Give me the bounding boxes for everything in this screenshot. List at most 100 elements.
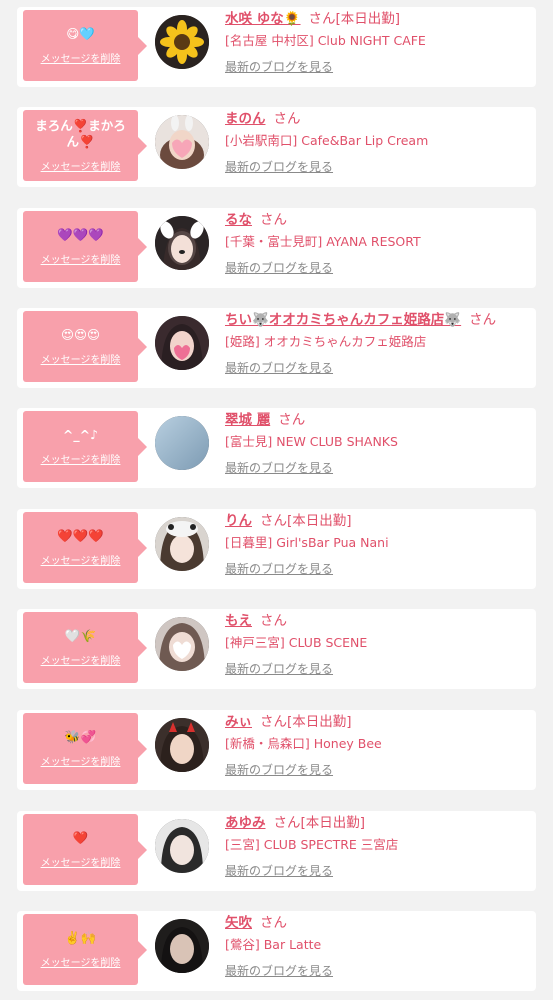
honorific: さん — [260, 915, 287, 931]
latest-blog-link[interactable]: 最新のブログを見る — [225, 661, 333, 677]
cast-name-link[interactable]: ちい🐺オオカミちゃんカフェ姫路店🐺 — [225, 312, 461, 328]
cast-name-link[interactable]: るな — [225, 212, 252, 228]
cast-card: 🐝💞 メッセージを削除 みぃ さん[本日出勤] [新橋・烏森口] Honey Be… — [17, 710, 536, 790]
message-bubble: 😋🩵 メッセージを削除 — [23, 10, 147, 81]
cast-name-link[interactable]: 水咲 ゆな🌻 — [225, 11, 301, 27]
shop-label: [日暮里] Girl'sBar Pua Nani — [225, 535, 389, 550]
shop-label: [小岩駅南口] Cafe&Bar Lip Cream — [225, 133, 429, 148]
cast-card: ❤️ メッセージを削除 あゆみ さん[本日出勤] [三宮] CLUB SPECTR… — [17, 811, 536, 891]
message-text: 😍😍😍 — [60, 327, 101, 342]
latest-blog-link[interactable]: 最新のブログを見る — [225, 863, 333, 879]
cast-card: ✌️🙌 メッセージを削除 矢吹 さん [鶯谷] Bar Latte 最新のブログを… — [17, 911, 536, 991]
shop-label: [神戸三宮] CLUB SCENE — [225, 635, 368, 650]
shop-label: [名古屋 中村区] Club NIGHT CAFE — [225, 33, 426, 48]
cast-name-link[interactable]: もえ — [225, 613, 252, 629]
message-text: 💜💜💜 — [57, 227, 104, 242]
girl-dog-filter-photo-icon — [155, 216, 209, 270]
latest-blog-link[interactable]: 最新のブログを見る — [225, 963, 333, 979]
cast-card: 😍😍😍 メッセージを削除 ちい🐺オオカミちゃんカフェ姫路店🐺 さん [姫路] オオ… — [17, 308, 536, 388]
latest-blog-link[interactable]: 最新のブログを見る — [225, 260, 333, 276]
honorific: さん — [260, 212, 287, 228]
favorite-cast-list: 😋🩵 メッセージを削除 水咲 ゆな🌻 さん[本日出勤] [名古屋 中村区] Cl… — [0, 0, 553, 1000]
cast-card: 😋🩵 メッセージを削除 水咲 ゆな🌻 さん[本日出勤] [名古屋 中村区] Cl… — [17, 7, 536, 87]
avatar[interactable] — [155, 15, 209, 69]
delete-message-link[interactable]: メッセージを削除 — [41, 954, 121, 969]
cast-card: 🤍🌾 メッセージを削除 もえ さん [神戸三宮] CLUB SCENE 最新のブロ… — [17, 609, 536, 689]
shop-label: [鶯谷] Bar Latte — [225, 937, 322, 952]
no-photo-placeholder-icon — [155, 416, 209, 470]
delete-message-link[interactable]: メッセージを削除 — [41, 854, 121, 869]
message-bubble: ❤️❤️❤️ メッセージを削除 — [23, 512, 147, 583]
message-bubble: まろん❣️まかろん❣️ メッセージを削除 — [23, 110, 147, 181]
delete-message-link[interactable]: メッセージを削除 — [41, 552, 121, 567]
girl-portrait-photo-icon — [155, 819, 209, 873]
delete-message-link[interactable]: メッセージを削除 — [41, 158, 121, 173]
message-bubble: 🤍🌾 メッセージを削除 — [23, 612, 147, 683]
avatar[interactable] — [155, 718, 209, 772]
message-text: 😋🩵 — [66, 26, 95, 41]
message-bubble: ❤️ メッセージを削除 — [23, 814, 147, 885]
delete-message-link[interactable]: メッセージを削除 — [41, 351, 121, 366]
honorific: さん — [273, 111, 301, 127]
girl-hood-photo-icon — [155, 517, 209, 571]
avatar[interactable] — [155, 216, 209, 270]
message-text: 🤍🌾 — [64, 628, 97, 643]
shop-label: [姫路] オオカミちゃんカフェ姫路店 — [225, 334, 427, 349]
latest-blog-link[interactable]: 最新のブログを見る — [225, 360, 333, 376]
girl-heart-sticker-photo-icon — [155, 316, 209, 370]
girl-devil-horns-photo-icon — [155, 718, 209, 772]
avatar[interactable] — [155, 919, 209, 973]
message-text: まろん❣️まかろん❣️ — [35, 118, 126, 149]
cast-name-link[interactable]: まのん — [225, 111, 266, 127]
attendance-tag: [本日出勤] — [335, 11, 401, 27]
cast-name-link[interactable]: りん — [225, 513, 252, 529]
honorific: さん — [273, 815, 301, 831]
honorific: さん — [260, 613, 287, 629]
latest-blog-link[interactable]: 最新のブログを見る — [225, 561, 333, 577]
avatar[interactable] — [155, 316, 209, 370]
message-bubble: ^_^♪ メッセージを削除 — [23, 411, 147, 482]
latest-blog-link[interactable]: 最新のブログを見る — [225, 762, 333, 778]
delete-message-link[interactable]: メッセージを削除 — [41, 251, 121, 266]
honorific: さん — [260, 513, 287, 529]
cast-card: 💜💜💜 メッセージを削除 るな さん [千葉・富士見町] AYANA RESORT… — [17, 208, 536, 288]
cast-card: ^_^♪ メッセージを削除 翠城 麗さん [富士見] NEW CLUB SHAN… — [17, 408, 536, 488]
girl-portrait-photo-icon — [155, 919, 209, 973]
shop-label: [三宮] CLUB SPECTRE 三宮店 — [225, 837, 399, 852]
shop-label: [富士見] NEW CLUB SHANKS — [225, 434, 398, 449]
attendance-tag: [本日出勤] — [300, 815, 366, 831]
honorific: さん — [469, 312, 497, 328]
message-text: 🐝💞 — [64, 729, 97, 744]
avatar[interactable] — [155, 819, 209, 873]
delete-message-link[interactable]: メッセージを削除 — [41, 451, 121, 466]
avatar[interactable] — [155, 617, 209, 671]
delete-message-link[interactable]: メッセージを削除 — [41, 652, 121, 667]
shop-label: [千葉・富士見町] AYANA RESORT — [225, 234, 421, 249]
cast-card: まろん❣️まかろん❣️ メッセージを削除 まのん さん [小岩駅南口] Cafe&… — [17, 107, 536, 187]
girl-heart-sticker-photo-icon — [155, 115, 209, 169]
attendance-tag: [本日出勤] — [287, 714, 352, 730]
cast-name-link[interactable]: みぃ — [225, 714, 252, 730]
message-bubble: 💜💜💜 メッセージを削除 — [23, 211, 147, 282]
attendance-tag: [本日出勤] — [287, 513, 352, 529]
cast-card: ❤️❤️❤️ メッセージを削除 りん さん[本日出勤] [日暮里] Girl'sB… — [17, 509, 536, 589]
shop-label: [新橋・烏森口] Honey Bee — [225, 736, 382, 751]
sunflower-photo-icon — [155, 15, 209, 69]
avatar[interactable] — [155, 416, 209, 470]
latest-blog-link[interactable]: 最新のブログを見る — [225, 159, 333, 175]
message-bubble: 😍😍😍 メッセージを削除 — [23, 311, 147, 382]
message-text: ❤️ — [72, 830, 89, 845]
honorific: さん — [308, 11, 336, 27]
message-text: ^_^♪ — [62, 427, 99, 442]
delete-message-link[interactable]: メッセージを削除 — [41, 50, 121, 65]
latest-blog-link[interactable]: 最新のブログを見る — [225, 460, 333, 476]
message-bubble: 🐝💞 メッセージを削除 — [23, 713, 147, 784]
cast-name-link[interactable]: 翠城 麗 — [225, 412, 270, 428]
avatar[interactable] — [155, 517, 209, 571]
latest-blog-link[interactable]: 最新のブログを見る — [225, 59, 333, 75]
honorific: さん — [260, 714, 287, 730]
cast-name-link[interactable]: あゆみ — [225, 815, 266, 831]
delete-message-link[interactable]: メッセージを削除 — [41, 753, 121, 768]
avatar[interactable] — [155, 115, 209, 169]
cast-name-link[interactable]: 矢吹 — [225, 915, 252, 931]
